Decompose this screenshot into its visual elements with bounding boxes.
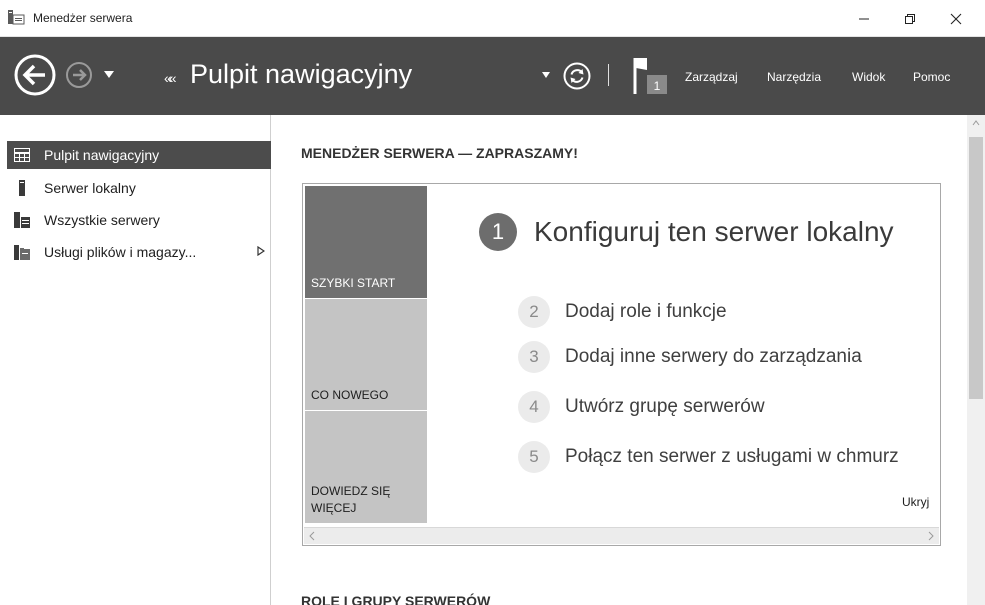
restore-icon — [905, 13, 915, 24]
step-add-roles[interactable]: 2 Dodaj role i funkcje — [518, 296, 727, 328]
tile-quick-start[interactable]: SZYBKI START — [305, 186, 427, 298]
step-text: Konfiguruj ten serwer lokalny — [534, 216, 894, 247]
scroll-up-icon[interactable] — [972, 120, 980, 126]
sidebar: Pulpit nawigacyjny Serwer lokalny Wszyst… — [0, 115, 271, 605]
back-arrow-icon[interactable] — [13, 53, 57, 97]
scrollbar-thumb[interactable] — [969, 137, 983, 399]
minimize-icon — [859, 18, 869, 19]
welcome-title: MENEDŻER SERWERA — ZAPRASZAMY! — [301, 145, 578, 161]
sidebar-item-label: Usługi plików i magazy... — [44, 244, 197, 260]
breadcrumb-dropdown-icon[interactable] — [542, 72, 550, 78]
file-storage-icon — [14, 245, 30, 260]
step-text: Utwórz grupę serwerów — [565, 396, 765, 417]
hide-link[interactable]: Ukryj — [902, 495, 929, 509]
server-manager-app-icon — [8, 10, 25, 25]
notification-count: 1 — [654, 79, 661, 93]
step-create-group[interactable]: 4 Utwórz grupę serwerów — [518, 391, 765, 423]
tile-learn-more[interactable]: DOWIEDZ SIĘ WIĘCEJ — [305, 411, 427, 523]
refresh-icon[interactable] — [562, 61, 592, 91]
scroll-right-icon[interactable] — [927, 531, 935, 541]
menu-view[interactable]: Widok — [852, 70, 885, 84]
header-separator — [608, 64, 609, 86]
notifications-flag-icon[interactable]: 1 — [633, 56, 677, 96]
header-bar: «« Pulpit nawigacyjny 1 Zarządzaj Narzęd… — [0, 37, 985, 115]
step-text: Dodaj role i funkcje — [565, 301, 727, 322]
sidebar-item-label: Serwer lokalny — [44, 180, 136, 196]
step-connect-cloud[interactable]: 5 Połącz ten serwer z usługami w chmurz — [518, 441, 899, 473]
tile-label: CO NOWEGO — [311, 388, 389, 402]
forward-arrow-icon[interactable] — [65, 61, 93, 89]
step-number: 4 — [518, 391, 550, 423]
step-text: Połącz ten serwer z usługami w chmurz — [565, 446, 899, 467]
sidebar-item-local-server[interactable]: Serwer lokalny — [7, 174, 271, 202]
close-icon — [950, 13, 962, 24]
tile-whats-new[interactable]: CO NOWEGO — [305, 299, 427, 410]
vertical-scrollbar[interactable] — [967, 115, 985, 605]
minimize-button[interactable] — [841, 0, 887, 37]
sidebar-item-dashboard[interactable]: Pulpit nawigacyjny — [7, 141, 271, 169]
tile-label: SZYBKI START — [311, 276, 396, 290]
sidebar-item-label: Wszystkie serwery — [44, 212, 160, 228]
expand-arrow-icon[interactable] — [257, 246, 265, 256]
step-configure-local-server[interactable]: 1 Konfiguruj ten serwer lokalny — [479, 213, 894, 251]
sidebar-item-all-servers[interactable]: Wszystkie serwery — [7, 206, 271, 234]
close-button[interactable] — [933, 0, 979, 37]
step-number: 1 — [479, 213, 517, 251]
breadcrumb-title: Pulpit nawigacyjny — [190, 59, 413, 89]
dashboard-icon — [14, 148, 30, 162]
title-bar: Menedżer serwera — [0, 0, 985, 37]
menu-tools[interactable]: Narzędzia — [767, 70, 821, 84]
menu-manage[interactable]: Zarządzaj — [685, 70, 738, 84]
main-content: MENEDŻER SERWERA — ZAPRASZAMY! SZYBKI ST… — [272, 115, 985, 605]
scroll-left-icon[interactable] — [308, 531, 316, 541]
restore-button[interactable] — [887, 0, 933, 37]
tile-label: DOWIEDZ SIĘ WIĘCEJ — [311, 484, 391, 515]
servers-icon — [14, 212, 30, 228]
roles-section-title: ROLE I GRUPY SERWERÓW — [301, 593, 491, 605]
step-add-servers[interactable]: 3 Dodaj inne serwery do zarządzania — [518, 341, 862, 373]
step-text: Dodaj inne serwery do zarządzania — [565, 346, 862, 367]
sidebar-item-label: Pulpit nawigacyjny — [44, 147, 160, 163]
step-number: 3 — [518, 341, 550, 373]
step-number: 5 — [518, 441, 550, 473]
step-number: 2 — [518, 296, 550, 328]
quick-start-panel: SZYBKI START CO NOWEGO DOWIEDZ SIĘ WIĘCE… — [302, 183, 941, 546]
menu-help[interactable]: Pomoc — [913, 70, 950, 84]
sidebar-item-file-storage[interactable]: Usługi plików i magazy... — [7, 238, 271, 266]
window-title: Menedżer serwera — [33, 11, 133, 25]
nav-history-dropdown-icon[interactable] — [104, 71, 114, 79]
horizontal-scrollbar[interactable] — [304, 527, 939, 544]
server-icon — [19, 180, 25, 196]
breadcrumb-chevron: «« — [164, 70, 176, 86]
